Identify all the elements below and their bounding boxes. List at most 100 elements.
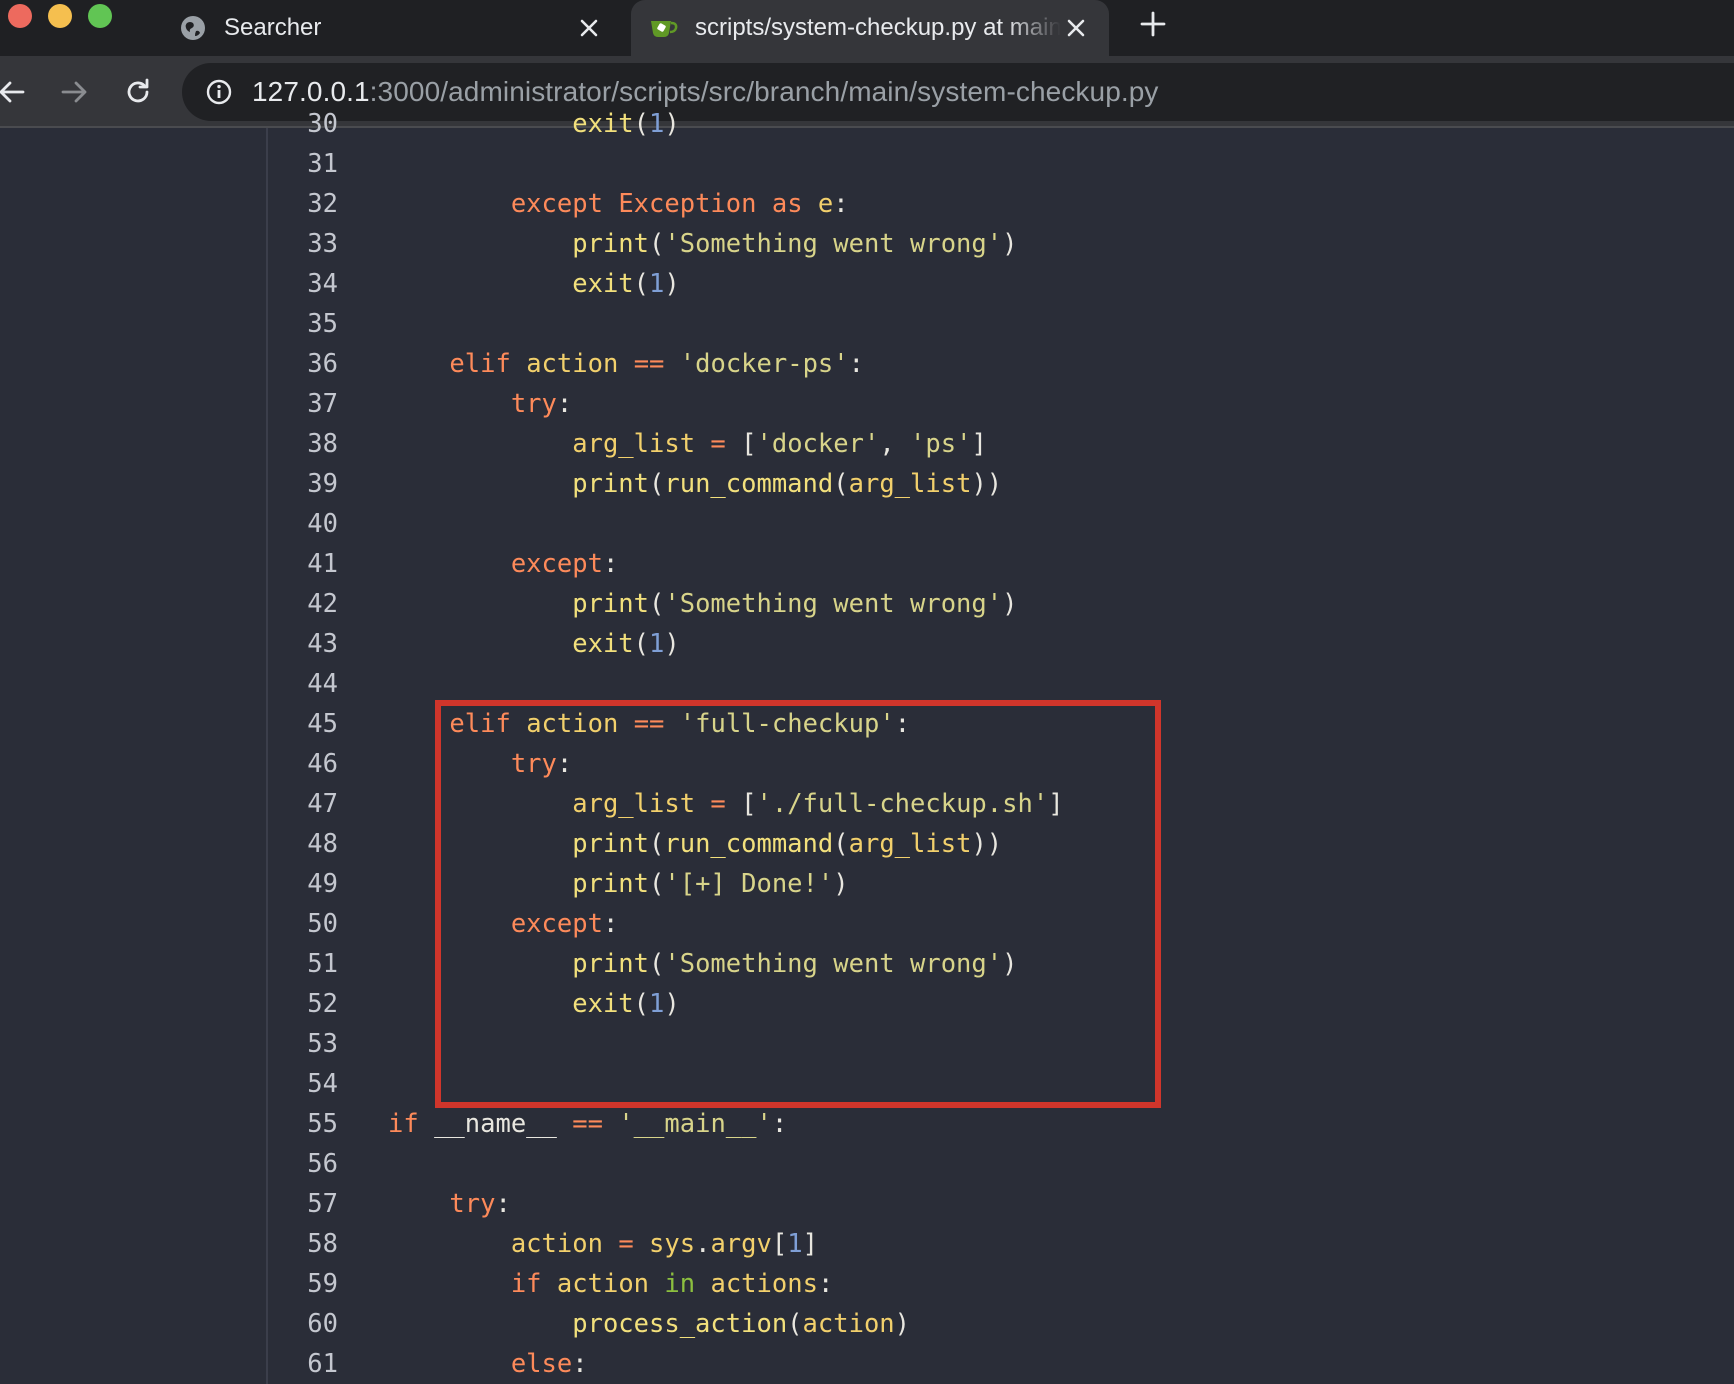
line-number[interactable]: 31 (268, 144, 338, 184)
code-token: action (802, 1309, 895, 1339)
code-token: process_action (572, 1309, 788, 1339)
code-token: exit (572, 269, 634, 299)
code-token: except (510, 909, 603, 939)
forward-button[interactable] (54, 72, 94, 112)
code-token: [ (725, 789, 757, 819)
code-line: 60 process_action(action) (268, 1304, 1734, 1344)
code-token: : (602, 909, 619, 939)
code-token: 1 (649, 269, 665, 299)
close-window-button[interactable] (8, 4, 32, 28)
line-number[interactable]: 32 (268, 184, 338, 224)
line-number[interactable]: 60 (268, 1304, 338, 1344)
line-number[interactable]: 48 (268, 824, 338, 864)
line-number[interactable]: 51 (268, 944, 338, 984)
code-token: = (618, 1229, 634, 1259)
line-number[interactable]: 58 (268, 1224, 338, 1264)
code-token: , (879, 429, 911, 459)
line-number[interactable]: 47 (268, 784, 338, 824)
code-view: 30 exit(1) 31 32 except Exception as e: 33 … (268, 104, 1734, 1384)
code-text: exit(1) (388, 264, 680, 304)
tab-system-checkup[interactable]: scripts/system-checkup.py at main (631, 0, 1109, 56)
code-token: exit (572, 629, 634, 659)
line-number[interactable]: 50 (268, 904, 338, 944)
code-text: if action in actions: (388, 1264, 833, 1304)
code-token: if (510, 1269, 542, 1299)
line-number[interactable]: 45 (268, 704, 338, 744)
line-number[interactable]: 30 (268, 104, 338, 144)
globe-icon (178, 13, 208, 43)
line-number[interactable]: 43 (268, 624, 338, 664)
line-number[interactable]: 52 (268, 984, 338, 1024)
back-button[interactable] (0, 72, 32, 112)
code-text: try: (388, 1184, 510, 1224)
close-icon[interactable] (1061, 13, 1091, 43)
line-number[interactable]: 55 (268, 1104, 338, 1144)
line-number[interactable]: 61 (268, 1344, 338, 1384)
close-icon[interactable] (574, 13, 604, 43)
code-text: print(run_command(arg_list)) (388, 464, 1002, 504)
code-token: ) (1002, 589, 1018, 619)
code-token: [ (725, 429, 757, 459)
line-number[interactable]: 35 (268, 304, 338, 344)
line-number[interactable]: 53 (268, 1024, 338, 1064)
code-line: 39 print(run_command(arg_list)) (268, 464, 1734, 504)
code-line: 44 (268, 664, 1734, 704)
code-token: ) (664, 109, 680, 139)
code-token: Exception (618, 189, 757, 219)
line-number[interactable]: 38 (268, 424, 338, 464)
new-tab-button[interactable] (1135, 6, 1171, 42)
url-host: 127.0.0.1 (252, 76, 370, 107)
tab-title: scripts/system-checkup.py at main (695, 14, 1061, 41)
line-number[interactable]: 42 (268, 584, 338, 624)
code-line: 40 (268, 504, 1734, 544)
code-text: try: (388, 744, 572, 784)
line-number[interactable]: 46 (268, 744, 338, 784)
line-number[interactable]: 41 (268, 544, 338, 584)
info-icon[interactable] (204, 77, 234, 107)
code-line: 51 print('Something went wrong') (268, 944, 1734, 984)
code-text: action = sys.argv[1] (388, 1224, 818, 1264)
maximize-window-button[interactable] (88, 4, 112, 28)
minimize-window-button[interactable] (48, 4, 72, 28)
code-token: : (894, 709, 911, 739)
code-token: action (510, 1229, 603, 1259)
code-line: 34 exit(1) (268, 264, 1734, 304)
line-number[interactable]: 49 (268, 864, 338, 904)
code-token: ( (633, 989, 650, 1019)
code-token: action (526, 349, 619, 379)
code-token: print (572, 949, 649, 979)
line-number[interactable]: 33 (268, 224, 338, 264)
line-number[interactable]: 57 (268, 1184, 338, 1224)
code-text: except Exception as e: (388, 184, 849, 224)
code-line: 33 print('Something went wrong') (268, 224, 1734, 264)
tab-searcher[interactable]: Searcher (160, 0, 622, 56)
line-number[interactable]: 36 (268, 344, 338, 384)
line-number[interactable]: 37 (268, 384, 338, 424)
line-number[interactable]: 34 (268, 264, 338, 304)
code-text: print('Something went wrong') (388, 224, 1017, 264)
code-line: 42 print('Something went wrong') (268, 584, 1734, 624)
line-number[interactable]: 59 (268, 1264, 338, 1304)
code-token: ] (971, 429, 987, 459)
line-number[interactable]: 54 (268, 1064, 338, 1104)
line-number[interactable]: 56 (268, 1144, 338, 1184)
line-number[interactable]: 39 (268, 464, 338, 504)
code-line: 61 else: (268, 1344, 1734, 1384)
code-line: 58 action = sys.argv[1] (268, 1224, 1734, 1264)
code-text: print('[+] Done!') (388, 864, 848, 904)
code-token: print (572, 829, 649, 859)
line-number[interactable]: 44 (268, 664, 338, 704)
reload-button[interactable] (118, 72, 158, 112)
line-number[interactable]: 40 (268, 504, 338, 544)
arrow-left-icon (0, 81, 25, 103)
code-token: '__main__' (618, 1109, 772, 1139)
